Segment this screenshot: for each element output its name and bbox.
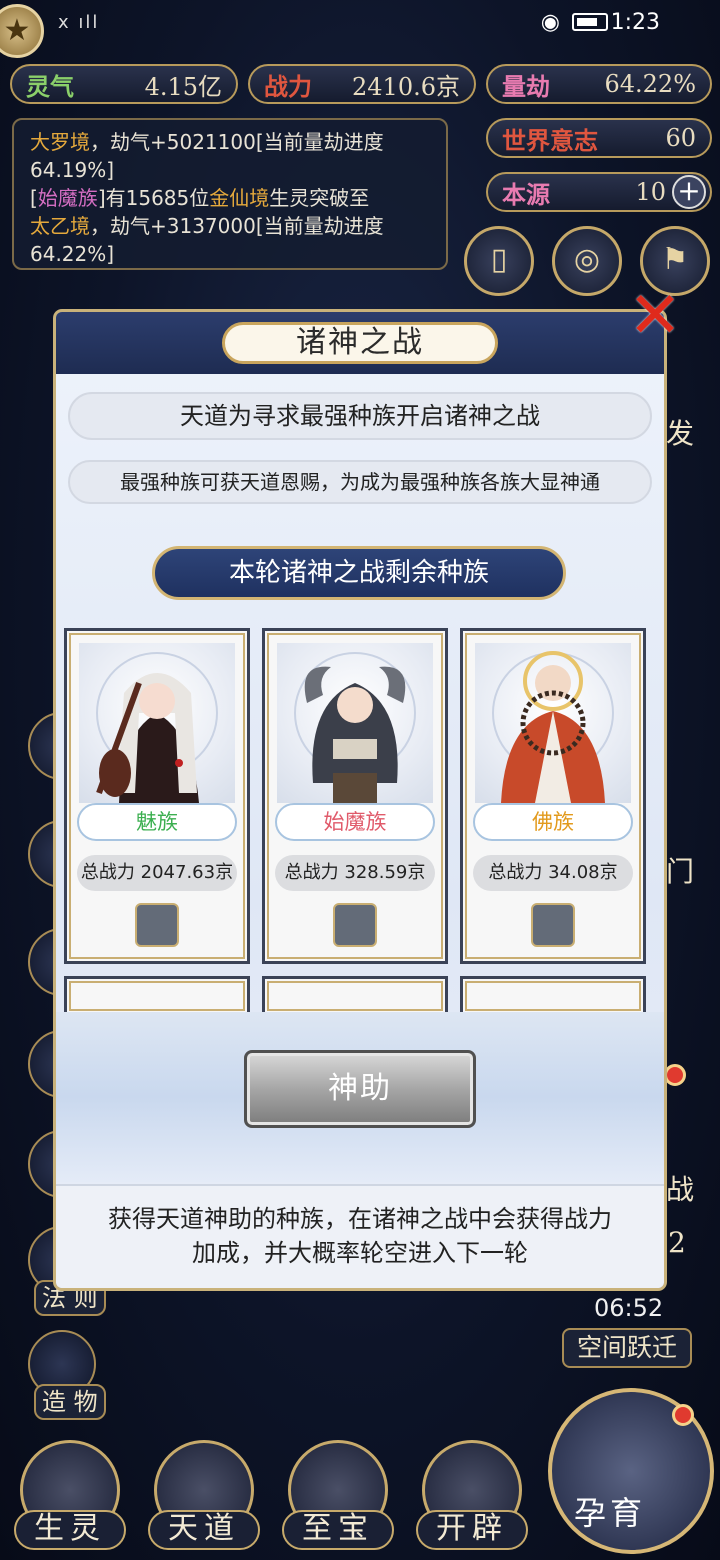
nav-label: 天道 [148,1510,260,1550]
race-card[interactable] [64,976,250,1016]
resource-lingqi: 灵气 4.15亿 [10,64,238,104]
zhanli-label: 战力 [264,71,312,101]
signal-icon: x ıll [58,12,100,33]
realm-name: 金仙境 [209,186,270,210]
race-name: 佛族 [473,803,633,841]
race-portrait [277,643,433,803]
liangjie-label: 量劫 [502,71,550,101]
status-bar: x ıll ◉ 1:23 [0,0,720,46]
resource-liangjie: 量劫 64.22% [486,64,712,104]
divine-assist-button[interactable]: 神助 [244,1050,476,1128]
notification-dot [672,1404,694,1426]
lingqi-value: 4.15亿 [144,72,222,101]
liangjie-value: 64.22% [604,70,696,98]
log-entry: [始魔族]有15685位金仙境生灵突破至 太乙境，劫气+3137000[当前量劫… [30,184,430,268]
log-text: 生灵突破至 [269,186,370,210]
select-race-checkbox[interactable] [531,903,575,947]
dialog-title: 诸神之战 [222,322,498,364]
race-card[interactable] [262,976,448,1016]
realm-name: 太乙境 [30,214,90,238]
assist-explanation-line: 加成，并大概率轮空进入下一轮 [192,1239,528,1267]
assist-explanation-line: 获得天道神助的种族，在诸神之战中会获得战力 [108,1205,612,1233]
zhanli-value: 2410.6京 [352,72,460,101]
assist-explanation: 获得天道神助的种族，在诸神之战中会获得战力 加成，并大概率轮空进入下一轮 [56,1184,664,1288]
right-menu-partial[interactable]: 战 [666,1168,694,1208]
nav-label: 生灵 [14,1510,126,1550]
nav-label: 孕育 [574,1494,647,1532]
race-card[interactable]: 始魔族 总战力 328.59京 [262,628,448,964]
remaining-races-banner: 本轮诸神之战剩余种族 [152,546,566,600]
resource-zhanli: 战力 2410.6京 [248,64,476,104]
close-icon[interactable]: ✕ [622,284,688,352]
race-power: 总战力 34.08京 [473,855,633,891]
battery-icon [572,13,608,31]
battle-of-gods-dialog: 诸神之战 天道为寻求最强种族开启诸神之战 最强种族可获天道恩赐，为成为最强种族各… [56,312,664,1288]
right-menu-partial[interactable]: 门 [666,850,694,890]
race-portrait [79,643,235,803]
nav-label: 开辟 [416,1510,528,1550]
door-icon[interactable]: ▯ [464,226,534,296]
compass-icon[interactable]: ◎ [552,226,622,296]
nav-label: 至宝 [282,1510,394,1550]
notification-dot [664,1064,686,1086]
dialog-subtitle: 天道为寻求最强种族开启诸神之战 [68,392,652,440]
race-portrait [475,643,631,803]
log-entry: 大罗境，劫气+5021100[当前量劫进度64.19%] [30,128,430,184]
log-text: [ [30,186,38,210]
race-name: 始魔族 [275,803,435,841]
race-power: 总战力 2047.63京 [77,855,237,891]
race-card[interactable]: 佛族 总战力 34.08京 [460,628,646,964]
benyuan-label: 本源 [502,179,550,209]
realm-name: 大罗境 [30,130,90,154]
lingqi-label: 灵气 [26,71,74,101]
select-race-checkbox[interactable] [135,903,179,947]
add-benyuan-button[interactable]: + [672,175,706,209]
benyuan-value: 10 [635,178,666,206]
race-card[interactable] [460,976,646,1016]
nav-tian-dao[interactable]: 天道 [148,1440,260,1552]
right-menu-partial: 2 [668,1226,686,1259]
eye-icon: ◉ [540,10,560,35]
resource-benyuan: 本源 10 + [486,172,712,212]
world-will-value: 60 [665,124,696,152]
nav-kai-pi[interactable]: 开辟 [416,1440,528,1552]
countdown-timer: 06:52 [594,1294,664,1322]
select-race-checkbox[interactable] [333,903,377,947]
clock: 1:23 [610,10,660,35]
race-card[interactable]: 魅族 总战力 2047.63京 [64,628,250,964]
space-jump-button[interactable]: 空间跃迁 [562,1328,692,1368]
nav-sheng-ling[interactable]: 生灵 [14,1440,126,1552]
race-name: 始魔族 [37,186,98,210]
nav-zhi-bao[interactable]: 至宝 [282,1440,394,1552]
world-will-label: 世界意志 [502,125,598,155]
right-menu-partial[interactable]: 发 [666,412,694,452]
resource-world-will: 世界意志 60 [486,118,712,158]
log-text: ]有15685位 [97,186,210,210]
dialog-header: 诸神之战 [56,312,664,374]
race-power: 总战力 328.59京 [275,855,435,891]
zao-wu-label: 造 物 [34,1384,106,1420]
dialog-description: 最强种族可获天道恩赐，为成为最强种族各族大显神通 [68,460,652,504]
race-name: 魅族 [77,803,237,841]
event-log: 大罗境，劫气+5021100[当前量劫进度64.19%] [始魔族]有15685… [12,118,448,270]
